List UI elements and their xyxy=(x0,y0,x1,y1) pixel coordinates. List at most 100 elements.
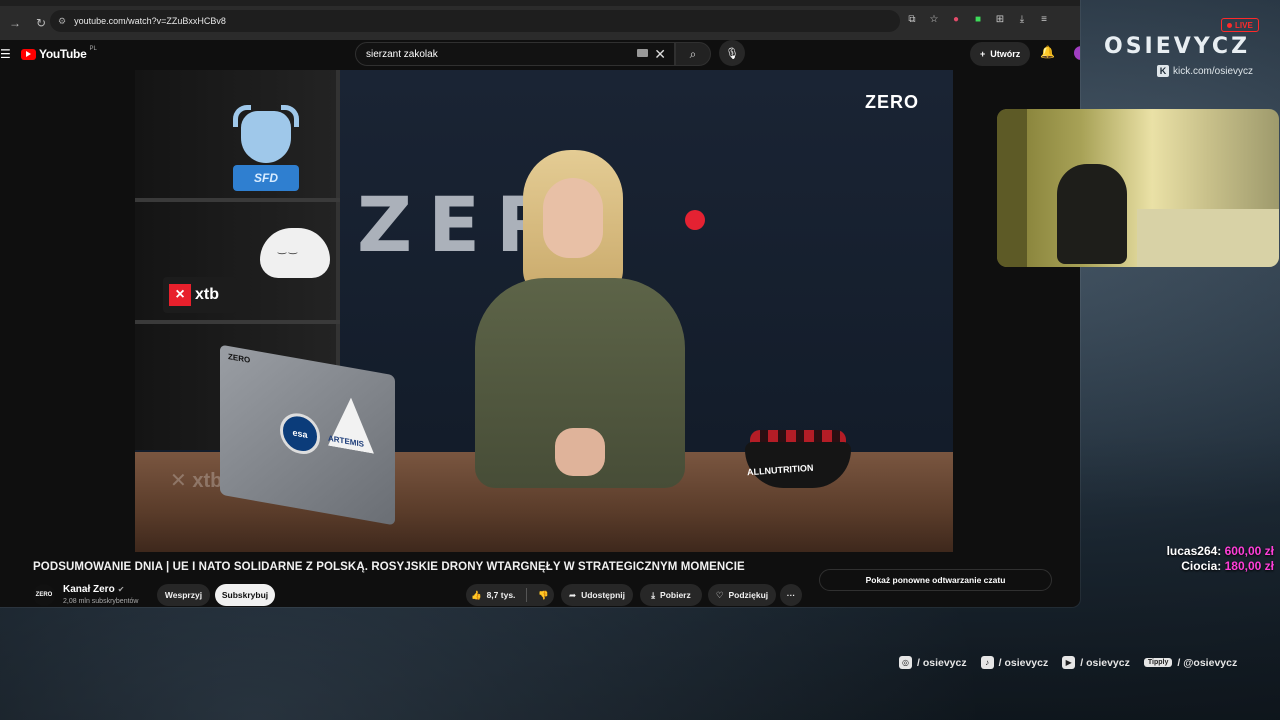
social-tipply: Tipply / @osievycz xyxy=(1143,656,1238,669)
desk-reflection: ✕ xtb xyxy=(170,470,223,492)
webcam-feed xyxy=(997,109,1279,267)
subscriber-count: 2,08 mln subskrybentów xyxy=(63,598,139,605)
search-button[interactable]: ⌕ xyxy=(675,42,711,66)
account-avatar[interactable] xyxy=(1074,46,1080,60)
menu-icon[interactable]: ☰ xyxy=(0,47,12,61)
social-handle: / osievycz xyxy=(1080,656,1130,669)
thanks-icon: ♡ xyxy=(715,589,724,600)
address-bar[interactable]: ⚙ youtube.com/watch?v=ZZuBxxHCBv8 xyxy=(50,10,900,32)
subscribe-button[interactable]: Subskrybuj xyxy=(215,584,275,606)
tab-strip xyxy=(0,0,1080,6)
social-handle: / osievycz xyxy=(917,656,967,669)
like-button[interactable]: 👍 8,7 tys. xyxy=(471,590,515,601)
channel-name-text: Kanał Zero xyxy=(63,584,115,595)
presenter xyxy=(465,150,690,488)
donation-amount: 180,00 zł xyxy=(1224,559,1274,573)
tiktok-icon: ♪ xyxy=(980,656,994,669)
presenter-face xyxy=(543,178,603,258)
reload-icon[interactable]: ↻ xyxy=(30,12,52,34)
keyboard-icon[interactable] xyxy=(637,49,648,57)
like-count: 8,7 tys. xyxy=(486,590,516,600)
instagram-icon: ◎ xyxy=(899,656,912,669)
channel-avatar[interactable]: ZERO xyxy=(33,584,55,606)
thanks-label: Podziękuj xyxy=(728,590,769,600)
install-icon[interactable]: ⧉ xyxy=(905,12,919,26)
share-button[interactable]: ➦ Udostępnij xyxy=(561,584,633,606)
donation-row: lucas264: 600,00 zł xyxy=(1167,544,1274,559)
xtb-x-icon: × xyxy=(169,284,191,306)
download-icon[interactable]: ⤓ xyxy=(1015,12,1029,26)
video-player[interactable]: SFD × xtb ZER ZERO ✕ xtb ZERO esa ARTEMI… xyxy=(135,70,953,552)
clear-search-icon[interactable]: ✕ xyxy=(654,46,666,63)
zero-corner-logo: ZERO xyxy=(864,92,919,112)
create-button[interactable]: + Utwórz xyxy=(970,42,1031,66)
more-actions-button[interactable]: ··· xyxy=(780,584,802,606)
extensions-puzzle-icon[interactable]: ⊞ xyxy=(993,12,1007,26)
microphone-icon: 🎙 xyxy=(725,47,739,60)
kick-icon: K xyxy=(1157,65,1169,77)
video-title: PODSUMOWANIE DNIA | UE I NATO SOLIDARNE … xyxy=(33,561,745,573)
forward-icon[interactable]: → xyxy=(4,12,26,34)
live-label: LIVE xyxy=(1235,20,1253,30)
thanks-button[interactable]: ♡ Podziękuj xyxy=(708,584,776,606)
channel-name[interactable]: Kanał Zero ✔ xyxy=(63,584,124,595)
youtube-logo[interactable]: YouTube PL xyxy=(21,46,97,61)
create-label: Utwórz xyxy=(990,49,1021,59)
youtube-play-icon xyxy=(21,48,36,60)
social-links: ◎ / osievycz ♪ / osievycz ▶ / osievycz T… xyxy=(899,656,1237,669)
browser-toolbar: → ↻ ⚙ youtube.com/watch?v=ZZuBxxHCBv8 ⧉ … xyxy=(0,0,1080,40)
social-tiktok: ♪ / osievycz xyxy=(980,656,1048,669)
laptop-sticker-zero: ZERO xyxy=(228,351,251,365)
youtube-icon: ▶ xyxy=(1062,656,1076,669)
plus-icon: + xyxy=(980,49,986,59)
region-code: PL xyxy=(89,46,97,52)
webcam-door xyxy=(997,109,1027,267)
search-icon: ⌕ xyxy=(689,46,697,61)
download-icon: ⤓ xyxy=(651,589,656,600)
webcam-bed xyxy=(1137,209,1279,267)
url-text: youtube.com/watch?v=ZZuBxxHCBv8 xyxy=(74,16,226,26)
download-button[interactable]: ⤓ Pobierz xyxy=(640,584,702,606)
chat-replay-button[interactable]: Pokaż ponowne odtwarzanie czatu xyxy=(819,569,1052,591)
presenter-hands xyxy=(555,428,605,476)
search-input[interactable]: sierzant zakolak ✕ xyxy=(355,42,675,66)
webcam-gaming-chair xyxy=(1057,164,1127,264)
social-youtube: ▶ / osievycz xyxy=(1062,656,1130,669)
shelf-board xyxy=(135,320,340,324)
extensions-bar: ⧉ ☆ ● ■ ⊞ ⤓ ≡ xyxy=(905,12,1051,26)
reading-list-icon[interactable]: ≡ xyxy=(1037,12,1051,26)
notifications-bell-icon[interactable]: 🔔 xyxy=(1040,45,1055,59)
extension-green-icon[interactable]: ■ xyxy=(971,12,985,26)
live-dot-icon xyxy=(1227,22,1232,28)
divider xyxy=(526,588,528,602)
kick-channel: K kick.com/osievycz xyxy=(1157,65,1253,77)
extension-red-icon[interactable]: ● xyxy=(949,12,963,26)
browser-window: → ↻ ⚙ youtube.com/watch?v=ZZuBxxHCBv8 ⧉ … xyxy=(0,0,1080,607)
trophy-label: SFD xyxy=(233,165,299,191)
download-label: Pobierz xyxy=(660,590,691,600)
thumbs-down-icon[interactable]: 👎 xyxy=(538,590,549,601)
xtb-text: xtb xyxy=(195,286,219,303)
bookmark-star-icon[interactable]: ☆ xyxy=(927,12,941,26)
like-dislike-group: 👍 8,7 tys. 👎 xyxy=(466,584,554,606)
social-instagram: ◎ / osievycz xyxy=(899,656,967,669)
search-value: sierzant zakolak xyxy=(366,48,438,60)
thumbs-up-icon: 👍 xyxy=(470,589,482,600)
voice-search-button[interactable]: 🎙 xyxy=(719,40,745,66)
share-label: Udostępnij xyxy=(581,590,626,600)
kick-url: kick.com/osievycz xyxy=(1173,65,1254,77)
donation-row: Ciocia: 180,00 zł xyxy=(1167,559,1274,574)
site-info-icon[interactable]: ⚙ xyxy=(58,16,66,27)
streamer-brand: OSIEVYCZ xyxy=(1104,34,1251,59)
live-badge: LIVE xyxy=(1221,18,1259,32)
support-button[interactable]: Wesprzyj xyxy=(157,584,210,606)
laptop: ZERO esa ARTEMIS xyxy=(220,344,395,526)
esa-sticker: esa xyxy=(280,410,320,458)
social-handle: / @osievycz xyxy=(1177,656,1238,669)
bull-trophy: SFD xyxy=(233,105,299,195)
donor-name: Ciocia: xyxy=(1181,559,1222,573)
ghost-figure xyxy=(260,228,330,278)
donor-name: lucas264: xyxy=(1166,544,1222,558)
youtube-logo-text: YouTube xyxy=(39,47,87,61)
shelf-board xyxy=(135,198,340,202)
